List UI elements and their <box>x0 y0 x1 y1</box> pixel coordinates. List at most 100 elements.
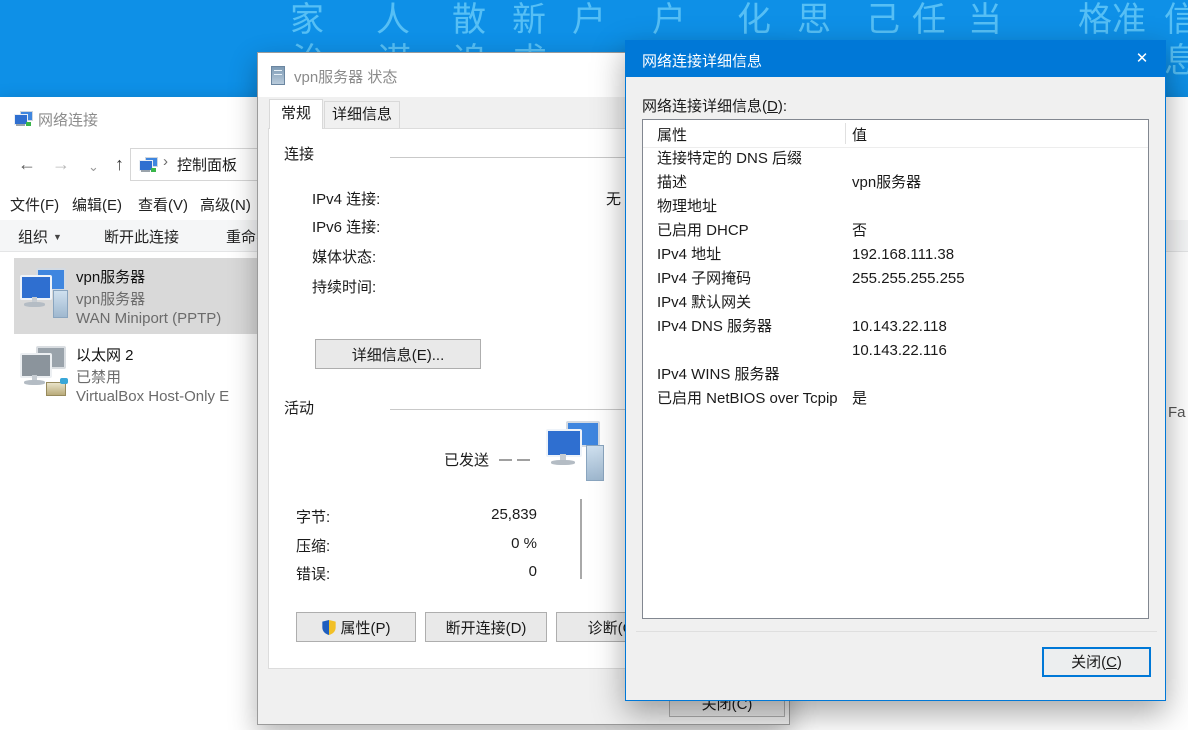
menu-item-advanced[interactable]: 高级(N) <box>200 194 251 215</box>
bytes-label: 字节: <box>296 506 330 527</box>
row-property: IPv4 默认网关 <box>657 291 751 315</box>
watermark-char: 人 <box>376 3 410 37</box>
table-row[interactable]: 已启用 NetBIOS over Tcpip 是 <box>643 387 1148 411</box>
errors-label: 错误: <box>296 563 330 584</box>
connection-group-label: 连接 <box>284 143 314 164</box>
table-row[interactable]: 物理地址 <box>643 195 1148 219</box>
connection-details-dialog: 网络连接详细信息 ✕ 网络连接详细信息(D): 属性 值 连接特定的 DNS 后… <box>625 40 1166 701</box>
connection-status: 已禁用 <box>76 366 121 387</box>
menu-item-file[interactable]: 文件(F) <box>10 194 59 215</box>
watermark-char: 户 <box>652 3 686 37</box>
activity-divider <box>580 499 582 579</box>
watermark-char: 任 <box>912 3 946 37</box>
row-value: 否 <box>852 219 867 243</box>
tab-details[interactable]: 详细信息 <box>324 101 400 128</box>
recent-locations-button[interactable]: ⌄ <box>88 154 99 180</box>
row-property: IPv4 子网掩码 <box>657 267 751 291</box>
ipv4-connection-label: IPv4 连接: <box>312 188 380 209</box>
sent-dash-icon <box>499 459 512 461</box>
table-row[interactable]: IPv4 子网掩码 255.255.255.255 <box>643 267 1148 291</box>
details-table-rows: 连接特定的 DNS 后缀描述 vpn服务器物理地址已启用 DHCP 否IPv4 地址… <box>643 147 1148 411</box>
status-dialog-title: vpn服务器 状态 <box>294 66 397 87</box>
row-value: 255.255.255.255 <box>852 267 965 291</box>
menu-item-view[interactable]: 查看(V) <box>138 194 188 215</box>
close-button[interactable]: 关闭(C) <box>1042 647 1151 677</box>
row-property: 物理地址 <box>657 195 717 219</box>
breadcrumb-item[interactable]: 控制面板 <box>177 154 237 175</box>
connection-name: vpn服务器 <box>76 266 145 287</box>
watermark-char: 化 <box>737 3 771 37</box>
bytes-value: 25,839 <box>399 506 537 523</box>
watermark-char: 信 <box>1164 3 1188 37</box>
ethernet-connection-icon <box>20 346 72 402</box>
organize-button[interactable]: 组织▼ <box>18 226 62 247</box>
details-table-header: 属性 值 <box>643 120 1148 148</box>
watermark-char: 户 <box>572 3 606 37</box>
table-row[interactable]: 已启用 DHCP 否 <box>643 219 1148 243</box>
compression-value: 0 % <box>399 535 537 552</box>
forward-button[interactable]: → <box>52 151 70 177</box>
activity-group-label: 活动 <box>284 397 314 418</box>
row-property: 描述 <box>657 171 687 195</box>
table-row[interactable]: IPv4 WINS 服务器 <box>643 363 1148 387</box>
watermark-char: 准 <box>1112 3 1146 37</box>
row-property: 已启用 DHCP <box>657 219 749 243</box>
menu-item-edit[interactable]: 编辑(E) <box>72 194 122 215</box>
table-row[interactable]: IPv4 默认网关 <box>643 291 1148 315</box>
row-value: vpn服务器 <box>852 171 921 195</box>
details-dialog-titlebar: 网络连接详细信息 ✕ <box>626 41 1165 77</box>
breadcrumb-chevron-icon: › <box>163 153 168 170</box>
table-row[interactable]: IPv4 地址192.168.111.38 <box>643 243 1148 267</box>
watermark-char: 思 <box>797 3 831 37</box>
activity-computers-icon <box>544 421 610 485</box>
watermark-char: 当 <box>968 3 1002 37</box>
organize-caret-icon: ▼ <box>53 232 62 242</box>
watermark-char: 新 <box>512 3 546 37</box>
tab-general[interactable]: 常规 <box>269 99 323 129</box>
server-icon <box>271 66 285 85</box>
watermark-char: 息 <box>1164 44 1188 78</box>
back-button[interactable]: ← <box>18 151 36 177</box>
disconnect-connection-button[interactable]: 断开此连接 <box>104 226 179 247</box>
errors-value: 0 <box>399 563 537 580</box>
sent-dash-icon <box>517 459 530 461</box>
sent-label: 已发送 <box>444 449 489 470</box>
watermark-char: 己 <box>866 3 900 37</box>
row-property: 已启用 NetBIOS over Tcpip <box>657 387 838 411</box>
network-connections-icon <box>14 111 32 126</box>
column-header-property[interactable]: 属性 <box>657 124 687 145</box>
properties-button[interactable]: 属性(P) <box>296 612 416 642</box>
header-column-divider <box>845 123 846 144</box>
dialog-separator <box>636 631 1157 632</box>
up-button[interactable]: ↑ <box>115 151 124 177</box>
row-property: 连接特定的 DNS 后缀 <box>657 147 802 171</box>
details-list-label: 网络连接详细信息(D): <box>642 95 787 116</box>
connection-status: vpn服务器 <box>76 288 145 309</box>
details-table: 属性 值 连接特定的 DNS 后缀描述vpn服务器物理地址已启用 DHCP否IP… <box>642 119 1149 619</box>
details-button[interactable]: 详细信息(E)... <box>315 339 481 369</box>
connection-device: VirtualBox Host-Only E <box>76 388 229 405</box>
row-value: 10.143.22.118 <box>852 315 947 339</box>
compression-label: 压缩: <box>296 535 330 556</box>
row-value: 10.143.22.116 <box>852 339 947 363</box>
window-title: 网络连接 <box>38 109 98 130</box>
row-value: 192.168.111.38 <box>852 243 954 267</box>
close-x-button[interactable]: ✕ <box>1119 41 1165 77</box>
vpn-connection-icon <box>20 268 72 324</box>
row-value: 是 <box>852 387 867 411</box>
media-state-label: 媒体状态: <box>312 246 376 267</box>
table-row[interactable]: 描述 vpn服务器 <box>643 171 1148 195</box>
row-property: IPv4 DNS 服务器 <box>657 315 772 339</box>
table-row[interactable]: IPv4 DNS 服务器 10.143.22.118 <box>643 315 1148 339</box>
uac-shield-icon <box>322 620 336 635</box>
adapter-name-fragment: Fa <box>1168 404 1186 421</box>
disconnect-button[interactable]: 断开连接(D) <box>425 612 547 642</box>
connection-name: 以太网 2 <box>76 344 134 365</box>
details-dialog-title: 网络连接详细信息 <box>642 50 762 71</box>
connection-device: WAN Miniport (PPTP) <box>76 310 221 327</box>
table-row[interactable]: 连接特定的 DNS 后缀 <box>643 147 1148 171</box>
table-row[interactable]: 10.143.22.116 <box>643 339 1148 363</box>
watermark-char: 家 <box>290 3 324 37</box>
column-header-value[interactable]: 值 <box>852 124 867 145</box>
watermark-char: 格 <box>1078 3 1112 37</box>
